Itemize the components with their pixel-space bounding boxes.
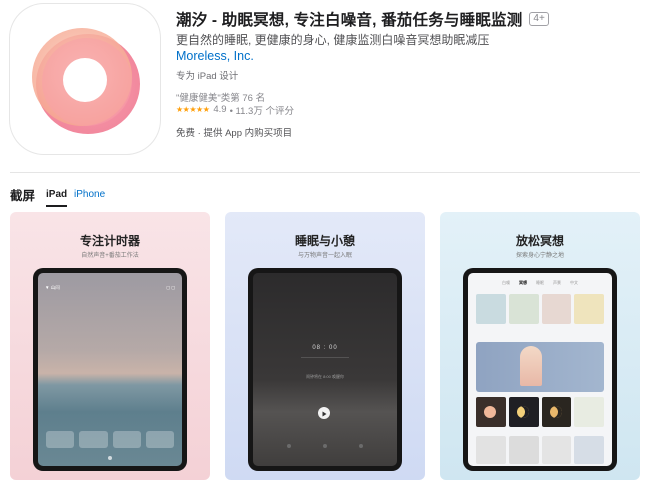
timer-card [79, 431, 108, 448]
timer-card [112, 431, 141, 448]
sleep-controls [287, 444, 363, 448]
tile [541, 294, 572, 324]
tile [508, 294, 539, 324]
rating-count: • 11.3万 个评分 [229, 105, 294, 117]
tile [574, 294, 604, 324]
timer-card [145, 431, 174, 448]
app-title: 潮汐 - 助眠冥想, 专注白噪音, 番茄任务与睡眠监测 [176, 12, 523, 29]
tile [541, 397, 572, 427]
screenshot-focus-timer[interactable]: 专注计时器 自然声音+番茄工作法 ▼ 山间 ◻ ◻ [10, 212, 210, 480]
play-icon [318, 407, 330, 419]
screenshots-heading: 截屏 [10, 189, 36, 203]
ipad-screen: ▼ 山间 ◻ ◻ [38, 273, 182, 466]
screenshot-sleep[interactable]: 睡眠与小憩 与万物声音一起入眠 08 : 00 闹钟将在 8:00 唤醒你 [225, 212, 425, 480]
ipad-frame: 白噪 冥想 睡眠 声景 中文 [463, 268, 617, 471]
time-divider [301, 357, 349, 358]
screen-controls: ◻ ◻ [166, 285, 175, 290]
home-indicator [108, 456, 112, 460]
ipad-frame: 08 : 00 闹钟将在 8:00 唤醒你 [248, 268, 402, 471]
tile [574, 397, 604, 427]
tile [476, 397, 506, 427]
rating-row: ★★★★★ 4.9 • 11.3万 个评分 [176, 103, 636, 117]
age-rating-badge: 4+ [529, 12, 549, 26]
app-icon [10, 4, 160, 154]
section-divider [10, 172, 640, 173]
tile [574, 436, 604, 464]
ipad-frame: ▼ 山间 ◻ ◻ [33, 268, 187, 471]
ipad-screen: 白噪 冥想 睡眠 声景 中文 [468, 273, 612, 466]
moon-icon [484, 406, 496, 418]
screenshot-caption: 自然声音+番茄工作法 [81, 253, 139, 259]
screenshot-meditation[interactable]: 放松冥想 探索身心宁静之地 白噪 冥想 睡眠 声景 中文 [440, 212, 640, 480]
tide-ring-icon [32, 28, 140, 134]
tile [476, 294, 506, 324]
alarm-time: 08 : 00 [312, 345, 338, 351]
control-dot-icon [323, 444, 327, 448]
price-label: 免费 · 提供 App 内购买项目 [176, 128, 293, 139]
tab-ipad[interactable]: iPad [46, 189, 68, 207]
tile [476, 436, 506, 464]
meditation-tabs: 白噪 冥想 睡眠 声景 中文 [468, 280, 612, 286]
ipad-screen: 08 : 00 闹钟将在 8:00 唤醒你 [253, 273, 397, 466]
tile [508, 397, 539, 427]
category-ranking[interactable]: "健康健美"类第 76 名 [176, 90, 636, 104]
control-dot-icon [359, 444, 363, 448]
screenshot-caption: 探索身心宁静之地 [515, 253, 564, 259]
tile [508, 436, 539, 464]
designed-for-label: 专为 iPad 设计 [176, 71, 239, 82]
featured-banner [476, 342, 604, 392]
moon-icon [549, 406, 562, 418]
tile-row [476, 436, 604, 464]
meditation-tab: 睡眠 [536, 280, 544, 285]
rating-value: 4.9 [213, 104, 227, 115]
timer-cards [46, 431, 174, 448]
screenshot-title: 放松冥想 [515, 234, 564, 248]
app-subtitle: 更自然的睡眠, 更健康的身心, 健康监测白噪音冥想助眠减压 [176, 33, 490, 47]
scene-label: ▼ 山间 [45, 285, 60, 290]
timer-card [46, 431, 75, 448]
moon-icon [516, 406, 529, 418]
meditation-tab: 声景 [553, 280, 561, 285]
arch-illustration [520, 346, 542, 386]
app-info: 潮汐 - 助眠冥想, 专注白噪音, 番茄任务与睡眠监测 4+ 更自然的睡眠, 更… [176, 8, 636, 139]
developer-link[interactable]: Moreless, Inc. [176, 49, 636, 67]
tile [541, 436, 572, 464]
tile-row [476, 397, 604, 427]
screenshot-title: 睡眠与小憩 [294, 234, 355, 248]
meditation-tab: 冥想 [519, 280, 527, 285]
screenshot-caption: 与万物声音一起入眠 [297, 253, 352, 259]
meditation-tab: 中文 [570, 280, 578, 285]
alarm-subtext: 闹钟将在 8:00 唤醒你 [305, 374, 344, 379]
tile-row [476, 294, 604, 324]
control-dot-icon [287, 444, 291, 448]
rating-stars: ★★★★★ [176, 105, 210, 114]
tab-iphone[interactable]: iPhone [74, 189, 105, 205]
meditation-tab: 白噪 [502, 280, 510, 285]
screenshot-title: 专注计时器 [79, 234, 140, 248]
screen-topbar: ▼ 山间 ◻ ◻ [45, 285, 175, 291]
